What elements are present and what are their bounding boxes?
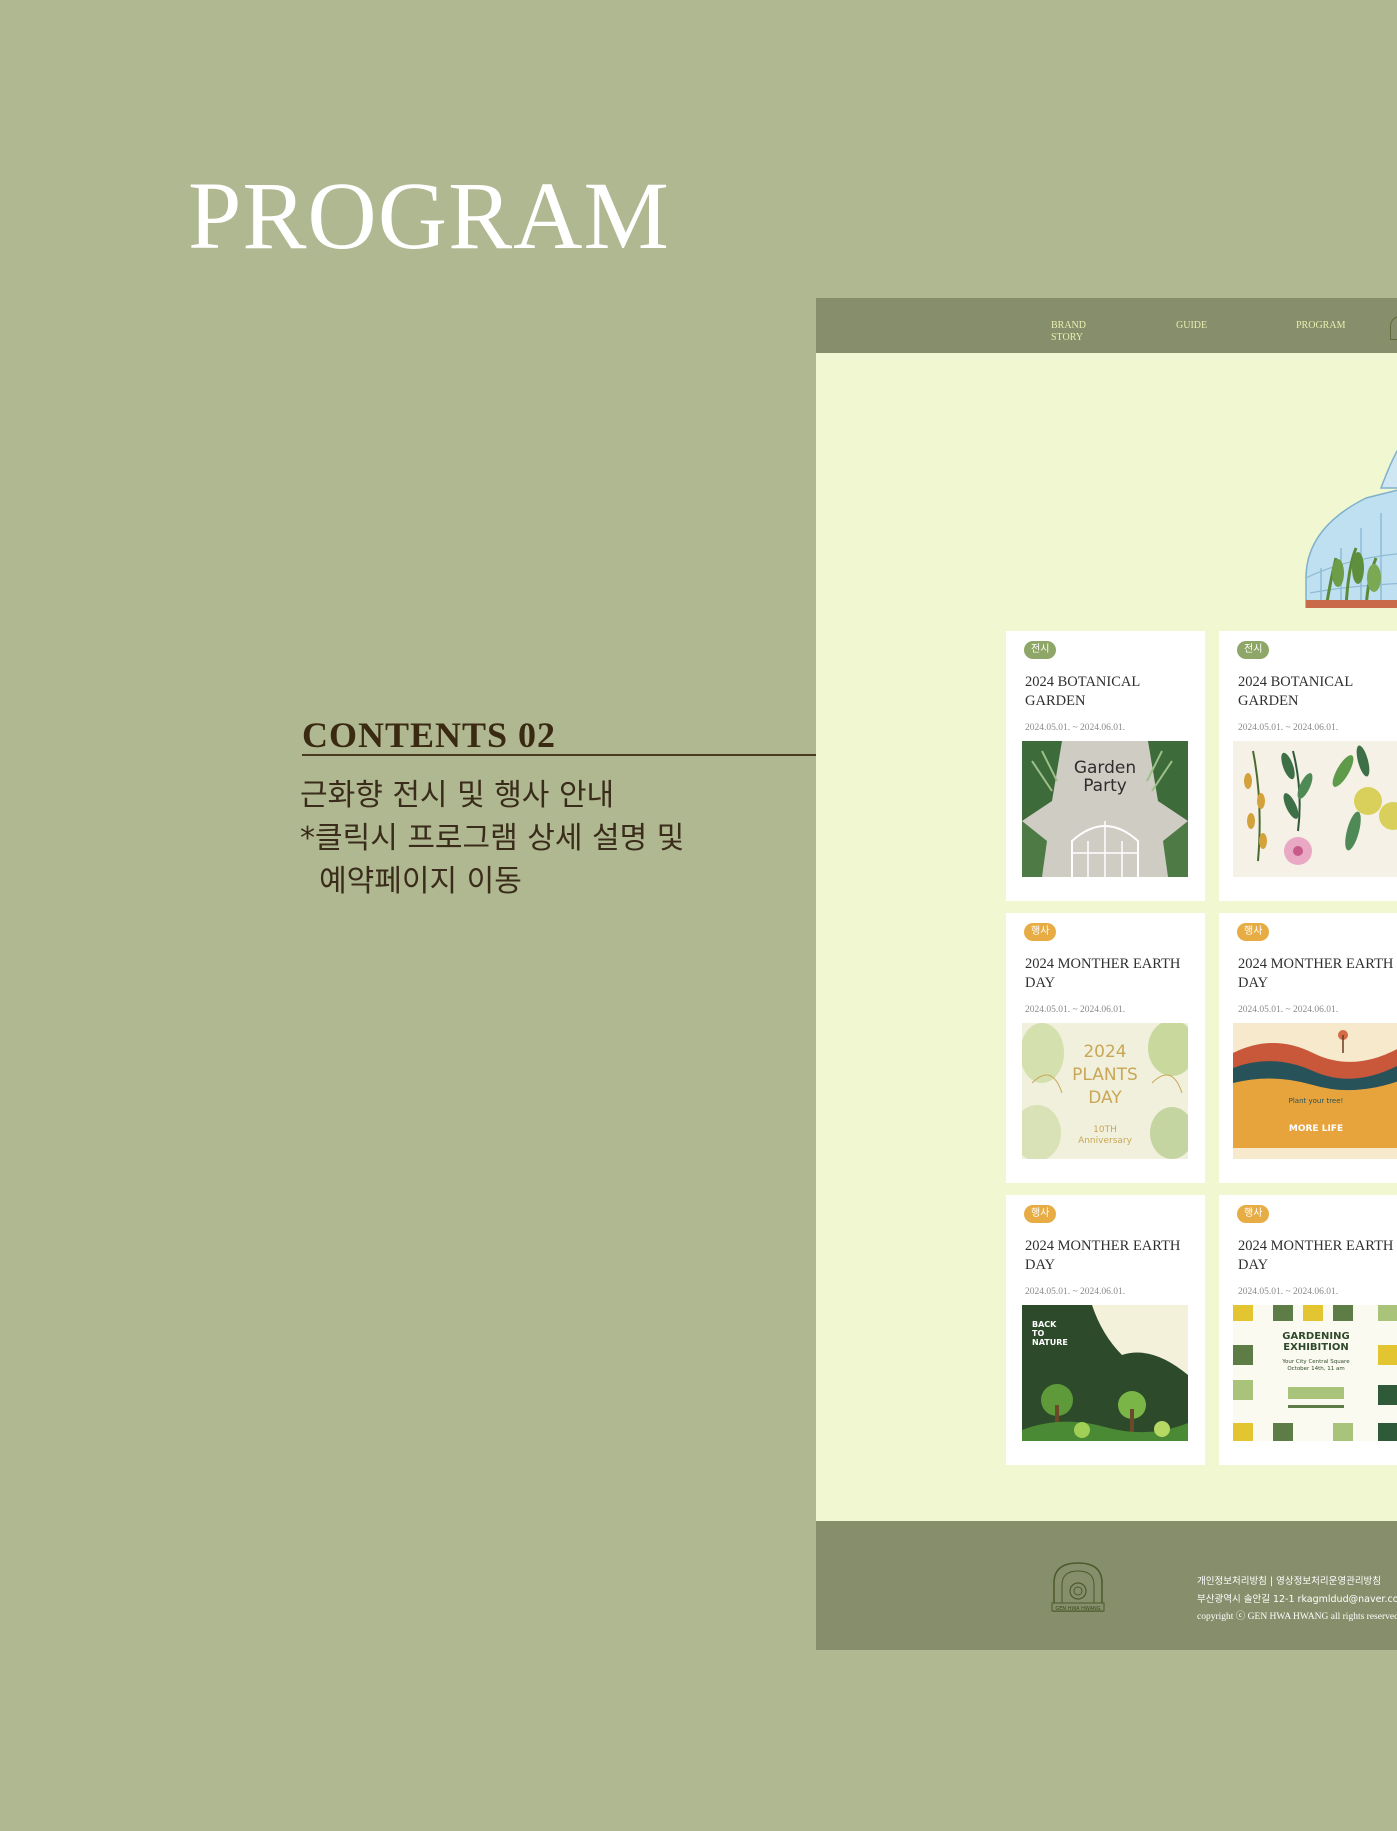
section-divider: [302, 754, 822, 756]
card-date: 2024.05.01. ~ 2024.06.01.: [1238, 1005, 1339, 1015]
card-title: 2024 MONTHER EARTH DAY: [1238, 956, 1394, 991]
svg-text:GEN HWA HWANG: GEN HWA HWANG: [1055, 1606, 1100, 1612]
program-card[interactable]: 전시 2024 BOTANICAL GARDEN 2024.05.01. ~ 2…: [1006, 631, 1205, 901]
svg-text:TO: TO: [1032, 1329, 1044, 1338]
category-badge: 행사: [1237, 923, 1270, 941]
card-title: 2024 BOTANICAL GARDEN: [1025, 674, 1141, 709]
section-description: 근화향 전시 및 행사 안내 *클릭시 프로그램 상세 설명 및 예약페이지 이…: [300, 774, 684, 903]
page-title: PROGRAM: [188, 162, 670, 269]
footer-address: 부산광역시 솔안길 12-1 rkagmldud@naver.com: [1197, 1594, 1397, 1605]
section-label: CONTENTS 02: [302, 715, 557, 755]
description-line: 예약페이지 이동: [300, 864, 522, 899]
nav-item-guide[interactable]: GUIDE: [1176, 320, 1207, 332]
description-line: *클릭시 프로그램 상세 설명 및: [300, 821, 685, 856]
card-date: 2024.05.01. ~ 2024.06.01.: [1025, 1005, 1126, 1015]
nav-item-brand-story[interactable]: BRAND STORY: [1051, 320, 1086, 344]
back-to-nature-poster: BACK TO NATURE: [1022, 1305, 1188, 1441]
category-badge: 행사: [1237, 1205, 1270, 1223]
card-title: 2024 MONTHER EARTH DAY: [1025, 956, 1181, 991]
website-mockup: BRAND STORY GUIDE PROGRAM 전시 2024 BOTANI…: [816, 298, 1397, 1650]
site-nav: BRAND STORY GUIDE PROGRAM: [816, 298, 1397, 353]
svg-text:Your City Central Square: Your City Central Square: [1281, 1359, 1350, 1365]
svg-text:NATURE: NATURE: [1032, 1338, 1068, 1347]
card-date: 2024.05.01. ~ 2024.06.01.: [1025, 723, 1126, 733]
footer-policy-links[interactable]: 개인정보처리방침 | 영상정보처리운영관리방침: [1197, 1573, 1381, 1587]
card-title: 2024 MONTHER EARTH DAY: [1025, 1238, 1181, 1273]
plant-your-tree-poster: Plant your tree! MORE LIFE: [1233, 1023, 1397, 1159]
svg-text:Anniversary: Anniversary: [1078, 1136, 1133, 1146]
category-badge: 행사: [1024, 1205, 1057, 1223]
svg-text:2024: 2024: [1083, 1042, 1126, 1062]
nav-logo-icon[interactable]: [1390, 316, 1397, 340]
site-footer: GEN HWA HWANG 개인정보처리방침 | 영상정보처리운영관리방침 부산…: [816, 1521, 1397, 1650]
greenhouse-dome-icon: [1305, 449, 1397, 608]
card-title: 2024 BOTANICAL GARDEN: [1238, 674, 1354, 709]
program-card[interactable]: 행사 2024 MONTHER EARTH DAY 2024.05.01. ~ …: [1006, 1195, 1205, 1465]
nav-item-program[interactable]: PROGRAM: [1296, 320, 1345, 332]
card-title: 2024 MONTHER EARTH DAY: [1238, 1238, 1394, 1273]
program-card[interactable]: 행사 2024 MONTHER EARTH DAY 2024.05.01. ~ …: [1219, 1195, 1397, 1465]
svg-text:10TH: 10TH: [1093, 1125, 1117, 1135]
botanical-leaves-illustration: [1233, 741, 1397, 877]
category-badge: 전시: [1024, 641, 1057, 659]
footer-copyright: copyright ⓒ GEN HWA HWANG all rights res…: [1197, 1612, 1397, 1622]
svg-text:Party: Party: [1083, 776, 1127, 796]
card-date: 2024.05.01. ~ 2024.06.01.: [1238, 723, 1339, 733]
description-line: 근화향 전시 및 행사 안내: [300, 778, 615, 813]
svg-text:October 14th, 11 am: October 14th, 11 am: [1287, 1366, 1344, 1372]
category-badge: 전시: [1237, 641, 1270, 659]
svg-text:PLANTS: PLANTS: [1072, 1065, 1138, 1085]
svg-text:Garden: Garden: [1074, 758, 1136, 778]
card-date: 2024.05.01. ~ 2024.06.01.: [1238, 1287, 1339, 1297]
svg-text:EXHIBITION: EXHIBITION: [1283, 1342, 1348, 1353]
svg-text:BACK: BACK: [1032, 1320, 1057, 1329]
category-badge: 행사: [1024, 923, 1057, 941]
gardening-exhibition-poster: GARDENING EXHIBITION Your City Central S…: [1233, 1305, 1397, 1441]
svg-text:DAY: DAY: [1088, 1088, 1122, 1108]
svg-text:GARDENING: GARDENING: [1282, 1331, 1349, 1342]
garden-party-poster: Garden Party: [1022, 741, 1188, 877]
gen-hwa-hwang-logo[interactable]: GEN HWA HWANG: [1048, 1561, 1108, 1613]
svg-text:Plant your tree!: Plant your tree!: [1289, 1097, 1344, 1105]
plants-day-poster: 2024 PLANTS DAY 10TH Anniversary: [1022, 1023, 1188, 1159]
card-date: 2024.05.01. ~ 2024.06.01.: [1025, 1287, 1126, 1297]
program-card[interactable]: 전시 2024 BOTANICAL GARDEN 2024.05.01. ~ 2…: [1219, 631, 1397, 901]
program-card[interactable]: 행사 2024 MONTHER EARTH DAY 2024.05.01. ~ …: [1006, 913, 1205, 1183]
program-card[interactable]: 행사 2024 MONTHER EARTH DAY 2024.05.01. ~ …: [1219, 913, 1397, 1183]
svg-text:MORE LIFE: MORE LIFE: [1289, 1124, 1343, 1134]
